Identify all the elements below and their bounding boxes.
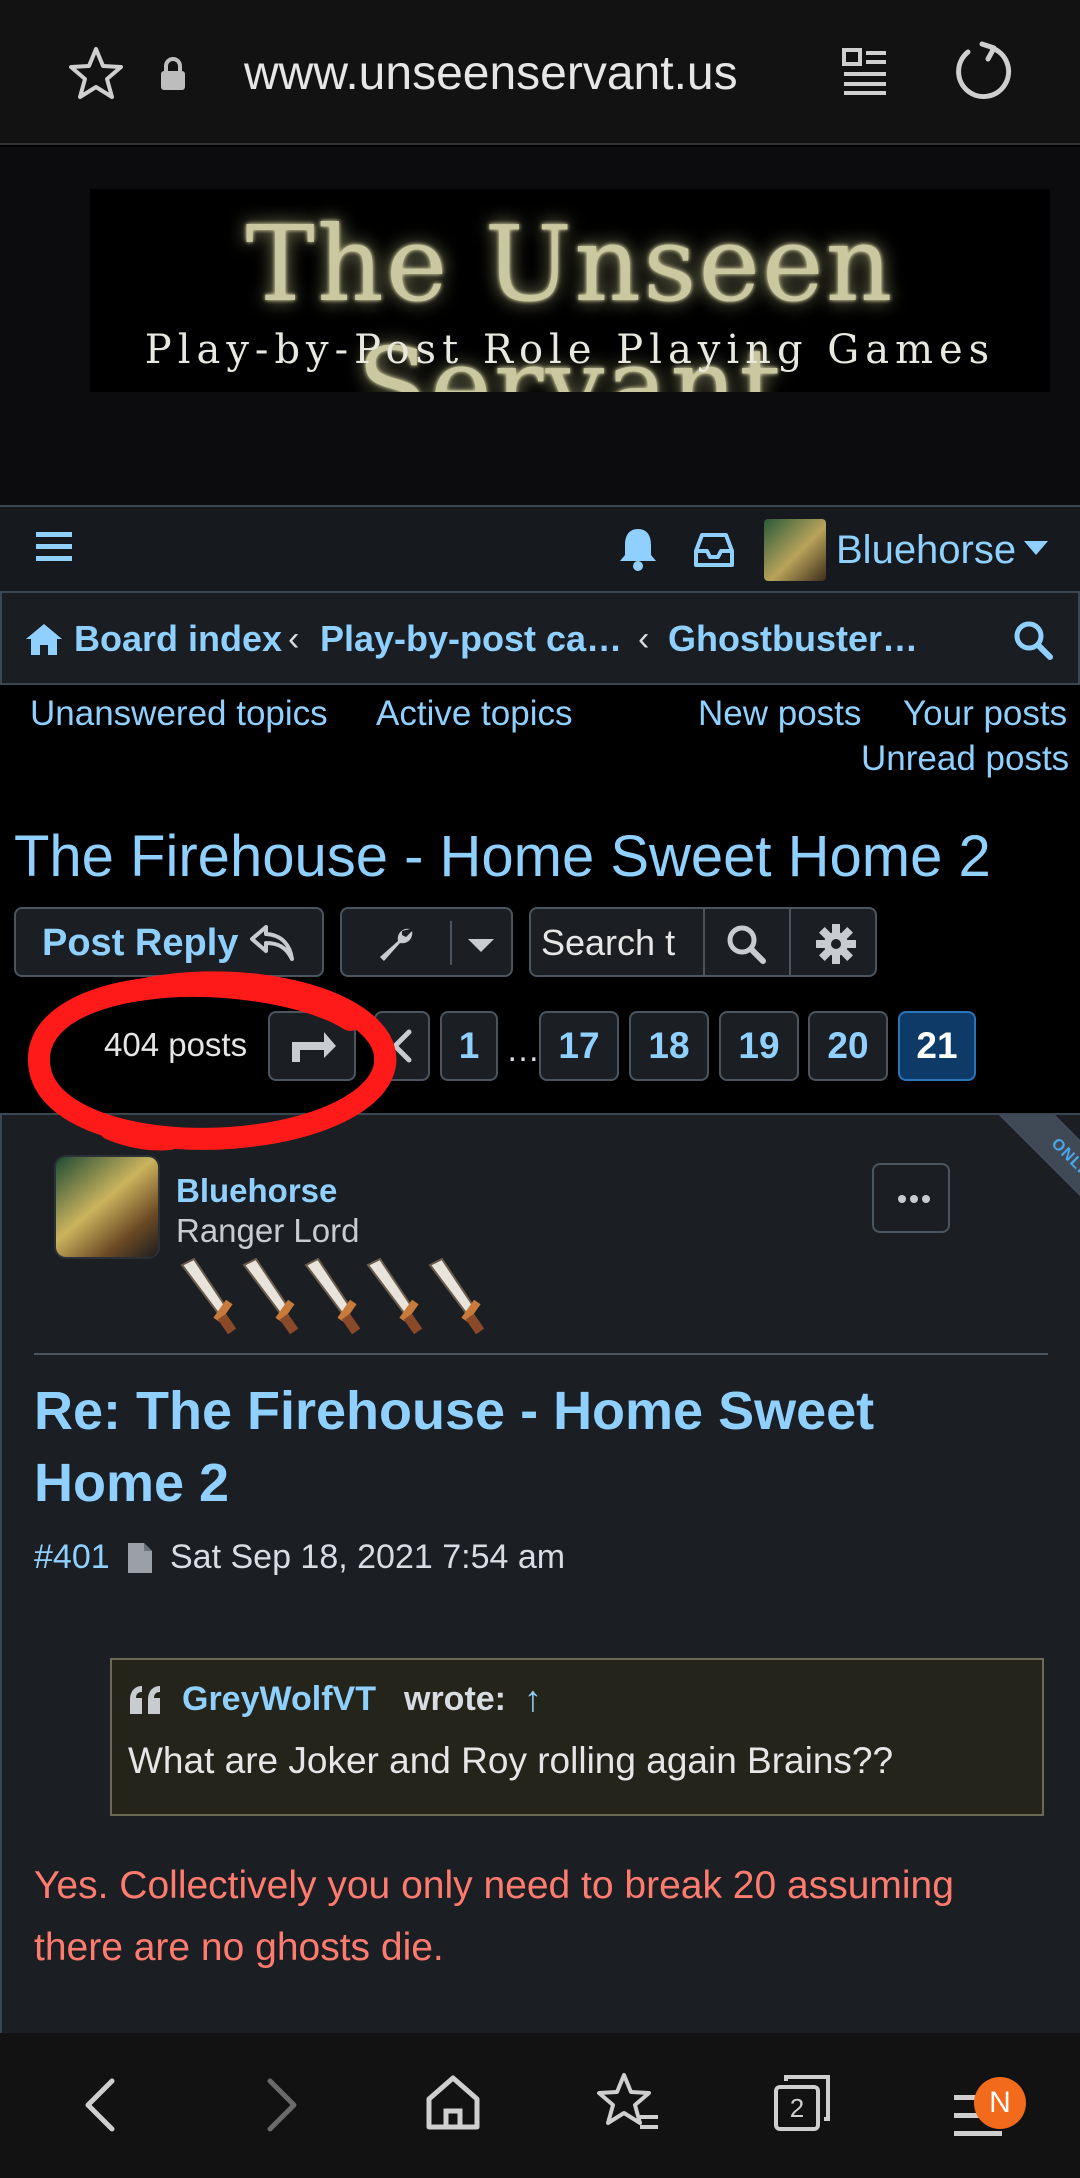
- quote-text: What are Joker and Roy rolling again Bra…: [128, 1740, 894, 1781]
- post-reply-button[interactable]: Post Reply: [14, 907, 324, 977]
- quote-author-link[interactable]: GreyWolfVT: [182, 1676, 376, 1722]
- unread-posts-link[interactable]: Unread posts: [861, 737, 1069, 781]
- page-1-link[interactable]: 1: [440, 1011, 498, 1081]
- topic-search-box: [529, 907, 877, 977]
- lock-icon: [161, 57, 185, 90]
- search-divider: [789, 909, 791, 975]
- rank-dagger-icons: [180, 1257, 486, 1335]
- search-icon[interactable]: [1012, 619, 1054, 661]
- reader-mode-icon[interactable]: [840, 46, 890, 96]
- forward-icon[interactable]: [262, 2075, 302, 2135]
- hamburger-menu-icon[interactable]: [34, 527, 74, 567]
- post-number-link[interactable]: #401: [34, 1535, 110, 1579]
- home-icon[interactable]: [24, 621, 64, 657]
- post-author[interactable]: Bluehorse: [176, 1171, 337, 1211]
- user-avatar[interactable]: [764, 519, 826, 581]
- post-card: ONLINE Bluehorse Ranger Lord Re: The Fir…: [0, 1113, 1080, 2033]
- post-options-button[interactable]: [872, 1163, 950, 1233]
- search-divider: [703, 909, 705, 975]
- url-text[interactable]: www.unseenservant.us: [244, 44, 738, 104]
- quote-source-arrow-icon[interactable]: ↑: [524, 1676, 542, 1722]
- chevron-left-icon: [392, 1029, 412, 1063]
- site-logo-banner[interactable]: The Unseen Servant Play-by-Post Role Pla…: [90, 189, 1050, 392]
- topic-search-input[interactable]: [541, 919, 721, 967]
- topic-tools-dropdown[interactable]: [340, 907, 513, 977]
- chevron-down-icon[interactable]: [1024, 541, 1048, 555]
- page-19-link[interactable]: 19: [719, 1011, 799, 1081]
- author-avatar[interactable]: [56, 1157, 158, 1257]
- quote-icon: [130, 1686, 160, 1714]
- post-subject[interactable]: Re: The Firehouse - Home Sweet Home 2: [34, 1375, 1034, 1519]
- reload-icon[interactable]: [952, 40, 1014, 102]
- your-posts-link[interactable]: Your posts: [903, 692, 1067, 736]
- page-20-link[interactable]: 20: [808, 1011, 888, 1081]
- chevron-down-icon: [468, 939, 494, 952]
- breadcrumb: Board index ‹ Play-by-post ca… ‹ Ghostbu…: [0, 591, 1080, 685]
- tabs-icon[interactable]: 2: [770, 2071, 834, 2135]
- gear-icon[interactable]: [815, 923, 857, 965]
- unanswered-topics-link[interactable]: Unanswered topics: [30, 692, 328, 736]
- home-icon[interactable]: [424, 2073, 482, 2133]
- forum-navbar: Bluehorse: [0, 505, 1080, 591]
- bookmarks-icon[interactable]: [596, 2071, 660, 2135]
- private-messages-inbox-icon[interactable]: [692, 527, 736, 571]
- search-icon[interactable]: [725, 923, 767, 965]
- notification-badge: N: [974, 2077, 1026, 2129]
- post-reply-label: Post Reply: [42, 922, 239, 964]
- username-menu[interactable]: Bluehorse: [836, 523, 1016, 577]
- button-divider: [450, 921, 452, 965]
- quote-block: GreyWolfVT wrote: ↑ What are Joker and R…: [110, 1658, 1044, 1816]
- file-icon: [128, 1543, 152, 1573]
- browser-bottom-bar: 2 N: [0, 2033, 1080, 2178]
- browser-url-bar: www.unseenservant.us: [0, 0, 1080, 145]
- breadcrumb-ghostbusters[interactable]: Ghostbuster…: [668, 615, 918, 663]
- post-body: Yes. Collectively you only need to break…: [34, 1864, 954, 1969]
- breadcrumb-play-by-post[interactable]: Play-by-post ca…: [320, 615, 622, 663]
- page-18-link[interactable]: 18: [629, 1011, 709, 1081]
- more-dots-icon: [898, 1195, 906, 1203]
- online-ribbon: ONLINE: [995, 1115, 1080, 1247]
- breadcrumb-separator: ‹: [288, 620, 300, 658]
- post-date: Sat Sep 18, 2021 7:54 am: [170, 1538, 566, 1576]
- new-posts-link[interactable]: New posts: [698, 692, 861, 736]
- post-count: 404 posts: [104, 1026, 248, 1063]
- reply-arrow-icon: [250, 925, 294, 961]
- site-header: The Unseen Servant Play-by-Post Role Pla…: [0, 147, 1080, 505]
- post-divider: [34, 1353, 1048, 1355]
- banner-subtitle: Play-by-Post Role Playing Games: [144, 327, 996, 373]
- breadcrumb-board-index[interactable]: Board index: [74, 615, 282, 663]
- jump-to-page-button[interactable]: [268, 1011, 356, 1081]
- author-rank: Ranger Lord: [176, 1212, 360, 1249]
- quote-wrote-label: wrote:: [404, 1680, 506, 1718]
- page-17-link[interactable]: 17: [539, 1011, 619, 1081]
- tab-count: 2: [790, 2093, 804, 2123]
- pagination-ellipsis: …: [506, 1031, 540, 1069]
- jump-arrow-icon: [292, 1032, 336, 1062]
- notifications-bell-icon[interactable]: [616, 525, 660, 571]
- breadcrumb-separator: ‹: [638, 620, 650, 658]
- topic-title[interactable]: The Firehouse - Home Sweet Home 2: [14, 822, 991, 892]
- page-21-current[interactable]: 21: [898, 1011, 976, 1081]
- bookmark-star-icon[interactable]: [66, 44, 126, 104]
- wrench-icon: [380, 928, 413, 961]
- back-icon[interactable]: [80, 2075, 120, 2135]
- active-topics-link[interactable]: Active topics: [376, 692, 572, 736]
- previous-page-button[interactable]: [374, 1011, 430, 1081]
